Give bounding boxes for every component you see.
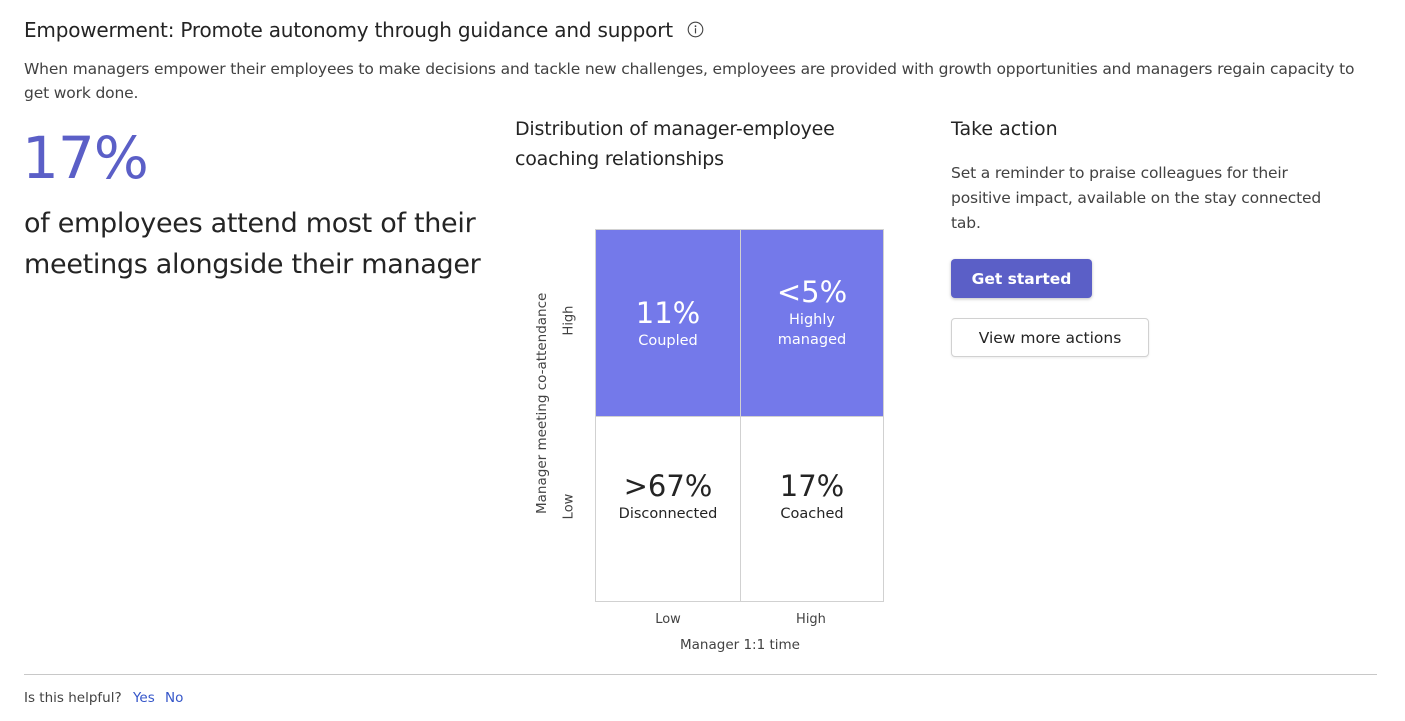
info-icon[interactable] [687, 17, 704, 45]
stat-value: 17% [22, 124, 149, 192]
y-tick-low: Low [561, 493, 577, 520]
cell-label: Coached [780, 505, 844, 522]
y-tick-high: High [561, 305, 577, 336]
y-axis-label: Manager meeting co-attendance [534, 292, 550, 514]
matrix-divider-horizontal [596, 416, 883, 417]
feedback-no-link[interactable]: No [165, 690, 183, 706]
cell-value: 17% [779, 468, 845, 503]
feedback-question: Is this helpful? [24, 690, 122, 706]
coaching-matrix: 11% Coupled <5% Highly managed >67% Disc… [595, 229, 884, 602]
insight-title-row: Empowerment: Promote autonomy through gu… [24, 16, 704, 46]
insight-title: Empowerment: Promote autonomy through gu… [24, 18, 673, 42]
cell-value: 11% [635, 295, 701, 330]
x-tick-low: Low [655, 612, 681, 627]
x-axis-label: Manager 1:1 time [680, 637, 800, 653]
matrix-title: Distribution of manager-employee coachin… [515, 118, 835, 170]
get-started-button[interactable]: Get started [951, 259, 1092, 298]
take-action-description: Set a reminder to praise colleagues for … [951, 164, 1322, 232]
footer-divider [24, 674, 1377, 675]
cell-label: Disconnected [618, 505, 718, 522]
cell-label: Coupled [638, 332, 698, 349]
take-action-title: Take action [951, 118, 1058, 140]
stat-description: of employees attend most of their meetin… [24, 208, 481, 280]
matrix-cell-disconnected: >67% Disconnected [596, 417, 740, 601]
view-more-actions-button[interactable]: View more actions [951, 318, 1149, 357]
x-tick-high: High [796, 612, 826, 627]
feedback-yes-link[interactable]: Yes [133, 690, 155, 706]
cell-value: >67% [623, 468, 713, 503]
feedback-row: Is this helpful? Yes No [24, 689, 183, 707]
matrix-cell-coached: 17% Coached [741, 417, 883, 601]
matrix-cell-coupled: 11% Coupled [596, 230, 740, 416]
cell-label: Highly managed [777, 311, 847, 349]
cell-value: <5% [776, 274, 848, 309]
insight-description: When managers empower their employees to… [24, 60, 1355, 102]
matrix-cell-highly-managed: <5% Highly managed [741, 230, 883, 416]
